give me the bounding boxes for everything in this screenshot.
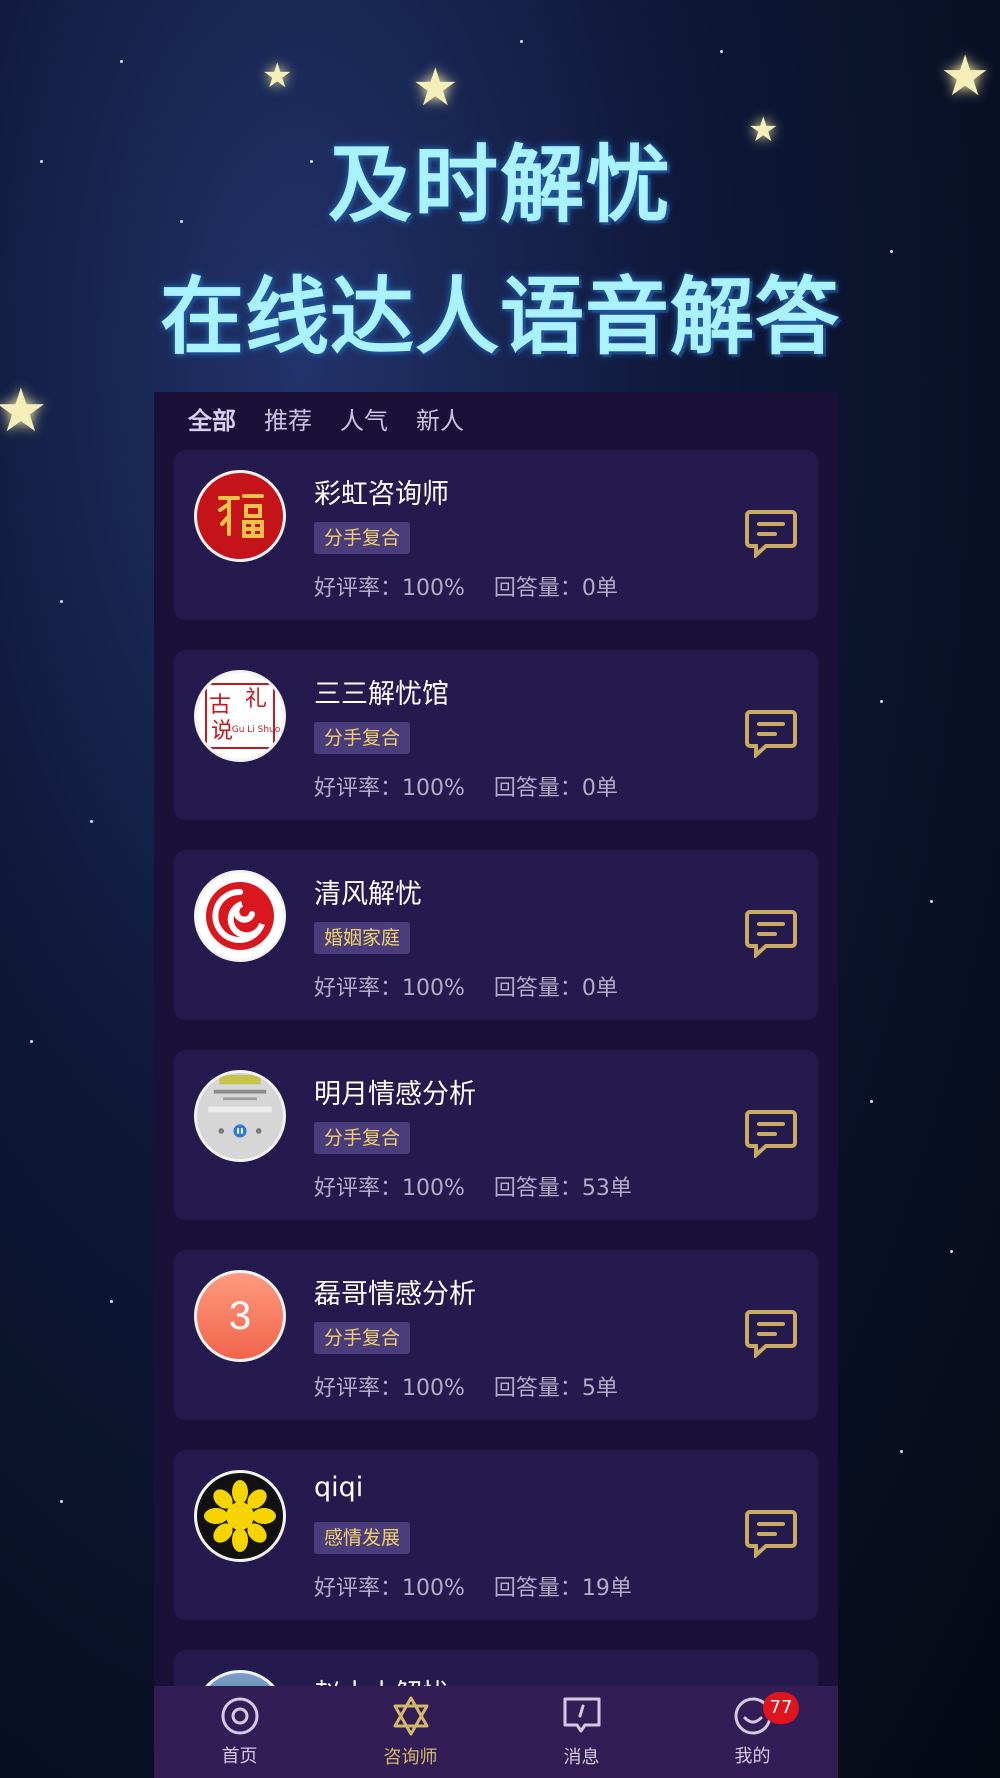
- seal-logo-icon: 古 礼 说 Gu Li Shuo: [205, 683, 280, 749]
- specialty-tag: 分手复合: [314, 522, 411, 554]
- specialty-tag: 分手复合: [314, 722, 411, 754]
- tab-new[interactable]: 新人: [416, 401, 464, 436]
- swirl-logo-icon: [206, 882, 274, 950]
- avatar: 3: [194, 1270, 286, 1362]
- answer-count-text: 回答量：0单: [493, 976, 618, 1001]
- svg-text:古: 古: [209, 693, 231, 718]
- consultant-card[interactable]: 3 磊哥情感分析 分手复合 好评率：100% 回答量：5单: [174, 1250, 818, 1420]
- chat-icon[interactable]: [744, 1108, 798, 1158]
- hexagram-icon: [393, 1696, 428, 1736]
- nav-mine[interactable]: 我的 77: [667, 1686, 838, 1778]
- star-icon: ★: [940, 44, 991, 109]
- nav-consultant-label: 咨询师: [383, 1747, 438, 1768]
- nav-consultant[interactable]: 咨询师: [325, 1686, 496, 1778]
- bottom-navigation: 首页 咨询师 消息 我的 77: [154, 1686, 838, 1778]
- consultant-stats: 好评率：100% 回答量：5单: [314, 1370, 618, 1402]
- answer-count-text: 回答量：5单: [493, 1376, 618, 1401]
- rating-text: 好评率：100%: [314, 1376, 465, 1401]
- answer-count-text: 回答量：19单: [493, 1576, 632, 1601]
- answer-count-text: 回答量：53单: [493, 1176, 632, 1201]
- consultant-stats: 好评率：100% 回答量：0单: [314, 970, 618, 1002]
- nav-messages-label: 消息: [563, 1747, 600, 1768]
- specialty-tag: 分手复合: [314, 1322, 411, 1354]
- nav-mine-label: 我的: [734, 1746, 771, 1767]
- consultant-list: 彩虹咨询师 分手复合 好评率：100% 回答量：0单 古 礼 说 Gu Li S…: [174, 450, 818, 1778]
- tab-all[interactable]: 全部: [188, 401, 236, 436]
- consultant-name: 彩虹咨询师: [314, 479, 449, 510]
- notification-badge: 77: [763, 1692, 799, 1724]
- filter-tabs: 全部 推荐 人气 新人: [188, 398, 464, 438]
- svg-text:说: 说: [211, 719, 233, 744]
- consultant-card[interactable]: 古 礼 说 Gu Li Shuo 三三解忧馆 分手复合 好评率：100% 回答量…: [174, 650, 818, 820]
- chat-icon[interactable]: [744, 1508, 798, 1558]
- screenshot-thumbnail-icon: [197, 1073, 283, 1159]
- avatar-number: 3: [228, 1293, 252, 1338]
- specialty-tag: 婚姻家庭: [314, 922, 411, 954]
- avatar: [194, 1070, 286, 1162]
- svg-text:礼: 礼: [245, 687, 267, 712]
- chat-icon[interactable]: [744, 1308, 798, 1358]
- rating-text: 好评率：100%: [314, 1176, 465, 1201]
- message-icon: [563, 1697, 600, 1733]
- flower-icon: [204, 1480, 276, 1552]
- star-icon: ★: [0, 376, 48, 446]
- consultant-card[interactable]: 彩虹咨询师 分手复合 好评率：100% 回答量：0单: [174, 450, 818, 620]
- nav-messages[interactable]: 消息: [496, 1686, 667, 1778]
- consultant-stats: 好评率：100% 回答量：53单: [314, 1170, 632, 1202]
- specialty-tag: 分手复合: [314, 1122, 411, 1154]
- consultant-stats: 好评率：100% 回答量：0单: [314, 770, 618, 802]
- tab-popular[interactable]: 人气: [340, 401, 388, 436]
- consultant-name: 磊哥情感分析: [314, 1279, 476, 1310]
- tab-recommended[interactable]: 推荐: [264, 401, 312, 436]
- consultant-card[interactable]: 明月情感分析 分手复合 好评率：100% 回答量：53单: [174, 1050, 818, 1220]
- specialty-tag: 感情发展: [314, 1522, 411, 1554]
- avatar: 古 礼 说 Gu Li Shuo: [194, 670, 286, 762]
- consultant-stats: 好评率：100% 回答量：0单: [314, 570, 618, 602]
- fu-character-icon: [204, 480, 276, 552]
- avatar: [194, 470, 286, 562]
- rating-text: 好评率：100%: [314, 976, 465, 1001]
- consultant-stats: 好评率：100% 回答量：19单: [314, 1570, 632, 1602]
- star-icon: ★: [262, 56, 293, 96]
- consultant-name: 三三解忧馆: [314, 679, 449, 710]
- svg-text:Gu Li Shuo: Gu Li Shuo: [232, 725, 280, 735]
- consultant-card[interactable]: qiqi 感情发展 好评率：100% 回答量：19单: [174, 1450, 818, 1620]
- avatar: [194, 1470, 286, 1562]
- rating-text: 好评率：100%: [314, 576, 465, 601]
- nav-home[interactable]: 首页: [154, 1686, 325, 1778]
- answer-count-text: 回答量：0单: [493, 776, 618, 801]
- consultant-name: 清风解忧: [314, 879, 422, 910]
- star-icon: ★: [412, 58, 459, 118]
- consultant-list-screen: 全部 推荐 人气 新人 彩虹咨询师 分手复合 好评率：100% 回答量：0单 古…: [154, 392, 838, 1778]
- consultant-name: qiqi: [314, 1472, 364, 1503]
- headline-primary: 及时解忧: [327, 136, 672, 234]
- consultant-name: 明月情感分析: [314, 1079, 476, 1110]
- chat-icon[interactable]: [744, 908, 798, 958]
- rating-text: 好评率：100%: [314, 1576, 465, 1601]
- consultant-card[interactable]: 清风解忧 婚姻家庭 好评率：100% 回答量：0单: [174, 850, 818, 1020]
- home-icon: [221, 1697, 258, 1735]
- nav-home-label: 首页: [221, 1746, 258, 1767]
- avatar: [194, 870, 286, 962]
- chat-icon[interactable]: [744, 508, 798, 558]
- rating-text: 好评率：100%: [314, 776, 465, 801]
- chat-icon[interactable]: [744, 708, 798, 758]
- headline-secondary: 在线达人语音解答: [159, 268, 840, 366]
- answer-count-text: 回答量：0单: [493, 576, 618, 601]
